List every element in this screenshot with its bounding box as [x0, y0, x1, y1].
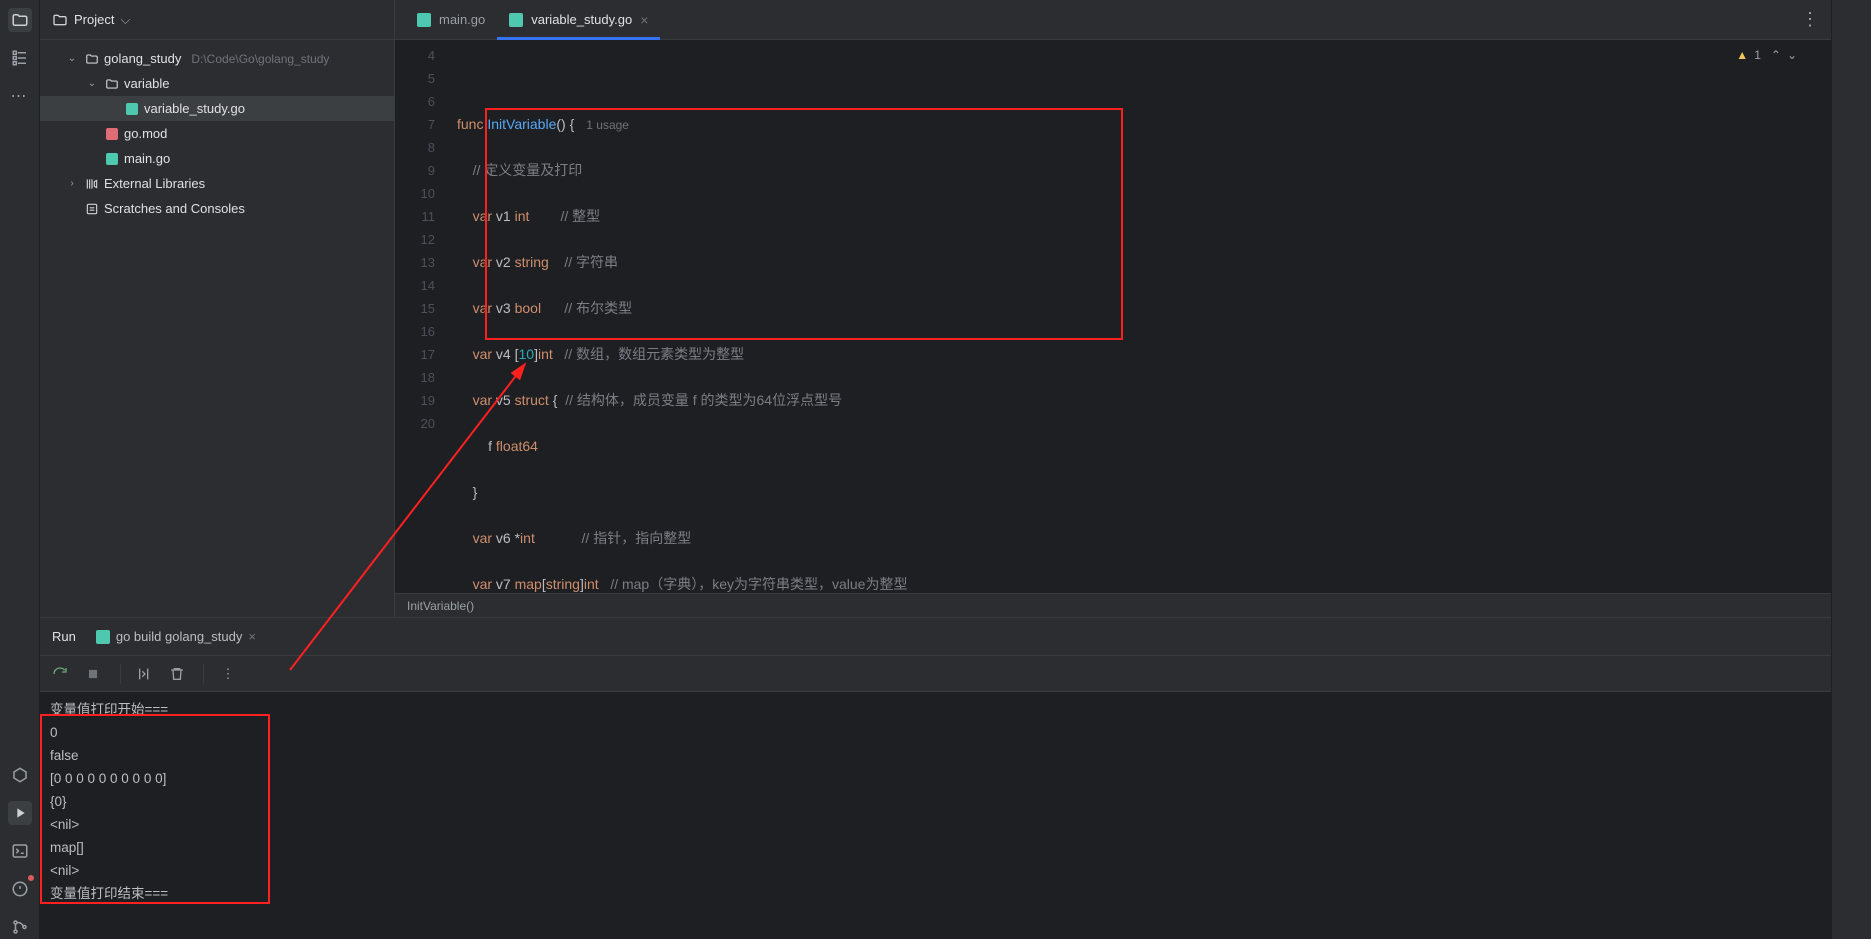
breadcrumb[interactable]: InitVariable() — [395, 593, 1831, 617]
run-toolbar: ⋮ — [40, 656, 1831, 692]
stop-icon[interactable] — [86, 667, 106, 681]
chevron-right-icon: › — [64, 178, 80, 189]
run-tabs: Run go build golang_study × — [40, 618, 1831, 656]
run-panel: Run go build golang_study × ⋮ 变量值打印开始===… — [40, 617, 1831, 939]
tabs-more-icon[interactable]: ⋮ — [1801, 9, 1831, 30]
project-tree: ⌄ golang_study D:\Code\Go\golang_study ⌄… — [40, 40, 394, 227]
go-file-icon — [509, 13, 523, 27]
code-content[interactable]: func InitVariable() {1 usage // 定义变量及打印 … — [453, 40, 1831, 593]
tree-root[interactable]: ⌄ golang_study D:\Code\Go\golang_study — [40, 46, 394, 71]
tab-variable-study-go[interactable]: variable_study.go × — [497, 0, 660, 40]
tree-label: golang_study — [104, 51, 181, 66]
tree-path: D:\Code\Go\golang_study — [191, 52, 329, 66]
go-file-icon — [124, 101, 140, 117]
left-tool-rail: ⋯ — [0, 0, 40, 939]
right-tool-rail — [1831, 0, 1871, 939]
problems-tool-icon[interactable] — [8, 877, 32, 901]
run-tab-label[interactable]: Run — [52, 629, 76, 644]
line-gutter: 4567891011121314151617181920 — [395, 40, 453, 593]
go-mod-icon — [104, 126, 120, 142]
tree-label: variable — [124, 76, 170, 91]
more-tool-icon[interactable]: ⋯ — [8, 84, 32, 108]
services-tool-icon[interactable] — [8, 763, 32, 787]
console-output[interactable]: 变量值打印开始=== 0 false [0 0 0 0 0 0 0 0 0 0]… — [40, 692, 1831, 939]
scroll-to-end-icon[interactable] — [135, 666, 155, 682]
go-file-icon — [104, 151, 120, 167]
vcs-tool-icon[interactable] — [8, 915, 32, 939]
folder-icon — [104, 76, 120, 92]
tree-file-main[interactable]: main.go — [40, 146, 394, 171]
tree-folder-variable[interactable]: ⌄ variable — [40, 71, 394, 96]
run-config-tab[interactable]: go build golang_study × — [96, 629, 256, 644]
go-run-icon — [96, 630, 110, 644]
tree-label: Scratches and Consoles — [104, 201, 245, 216]
go-file-icon — [417, 13, 431, 27]
project-tool-icon[interactable] — [8, 8, 32, 32]
editor-body[interactable]: ▲ 1 ⌃ ⌄ 4567891011121314151617181920 fun… — [395, 40, 1831, 593]
tree-label: External Libraries — [104, 176, 205, 191]
tree-label: main.go — [124, 151, 170, 166]
tab-main-go[interactable]: main.go — [405, 0, 497, 40]
tree-label: go.mod — [124, 126, 167, 141]
project-panel: Project ⌵ ⌄ golang_study D:\Code\Go\gola… — [40, 0, 395, 617]
chevron-down-icon: ⌄ — [64, 53, 80, 64]
run-tool-icon[interactable] — [8, 801, 32, 825]
editor-area: main.go variable_study.go × ⋮ ▲ 1 ⌃ ⌄ — [395, 0, 1831, 617]
folder-icon — [84, 51, 100, 67]
tab-label: main.go — [439, 12, 485, 27]
rerun-icon[interactable] — [52, 666, 72, 682]
project-header[interactable]: Project ⌵ — [40, 0, 394, 40]
tree-scratches[interactable]: Scratches and Consoles — [40, 196, 394, 221]
chevron-down-icon: ⌄ — [84, 78, 100, 89]
tree-external-libraries[interactable]: › External Libraries — [40, 171, 394, 196]
tree-label: variable_study.go — [144, 101, 245, 116]
close-icon[interactable]: × — [248, 629, 256, 644]
tree-file-variable-study[interactable]: variable_study.go — [40, 96, 394, 121]
terminal-tool-icon[interactable] — [8, 839, 32, 863]
close-icon[interactable]: × — [640, 12, 648, 28]
clear-icon[interactable] — [169, 666, 189, 682]
tree-file-gomod[interactable]: go.mod — [40, 121, 394, 146]
library-icon — [84, 176, 100, 192]
more-icon[interactable]: ⋮ — [218, 666, 238, 682]
folder-icon — [52, 12, 68, 28]
tab-label: variable_study.go — [531, 12, 632, 27]
structure-tool-icon[interactable] — [8, 46, 32, 70]
project-title: Project — [74, 12, 114, 27]
scratches-icon — [84, 201, 100, 217]
chevron-down-icon: ⌵ — [120, 12, 130, 28]
editor-tabs: main.go variable_study.go × ⋮ — [395, 0, 1831, 40]
